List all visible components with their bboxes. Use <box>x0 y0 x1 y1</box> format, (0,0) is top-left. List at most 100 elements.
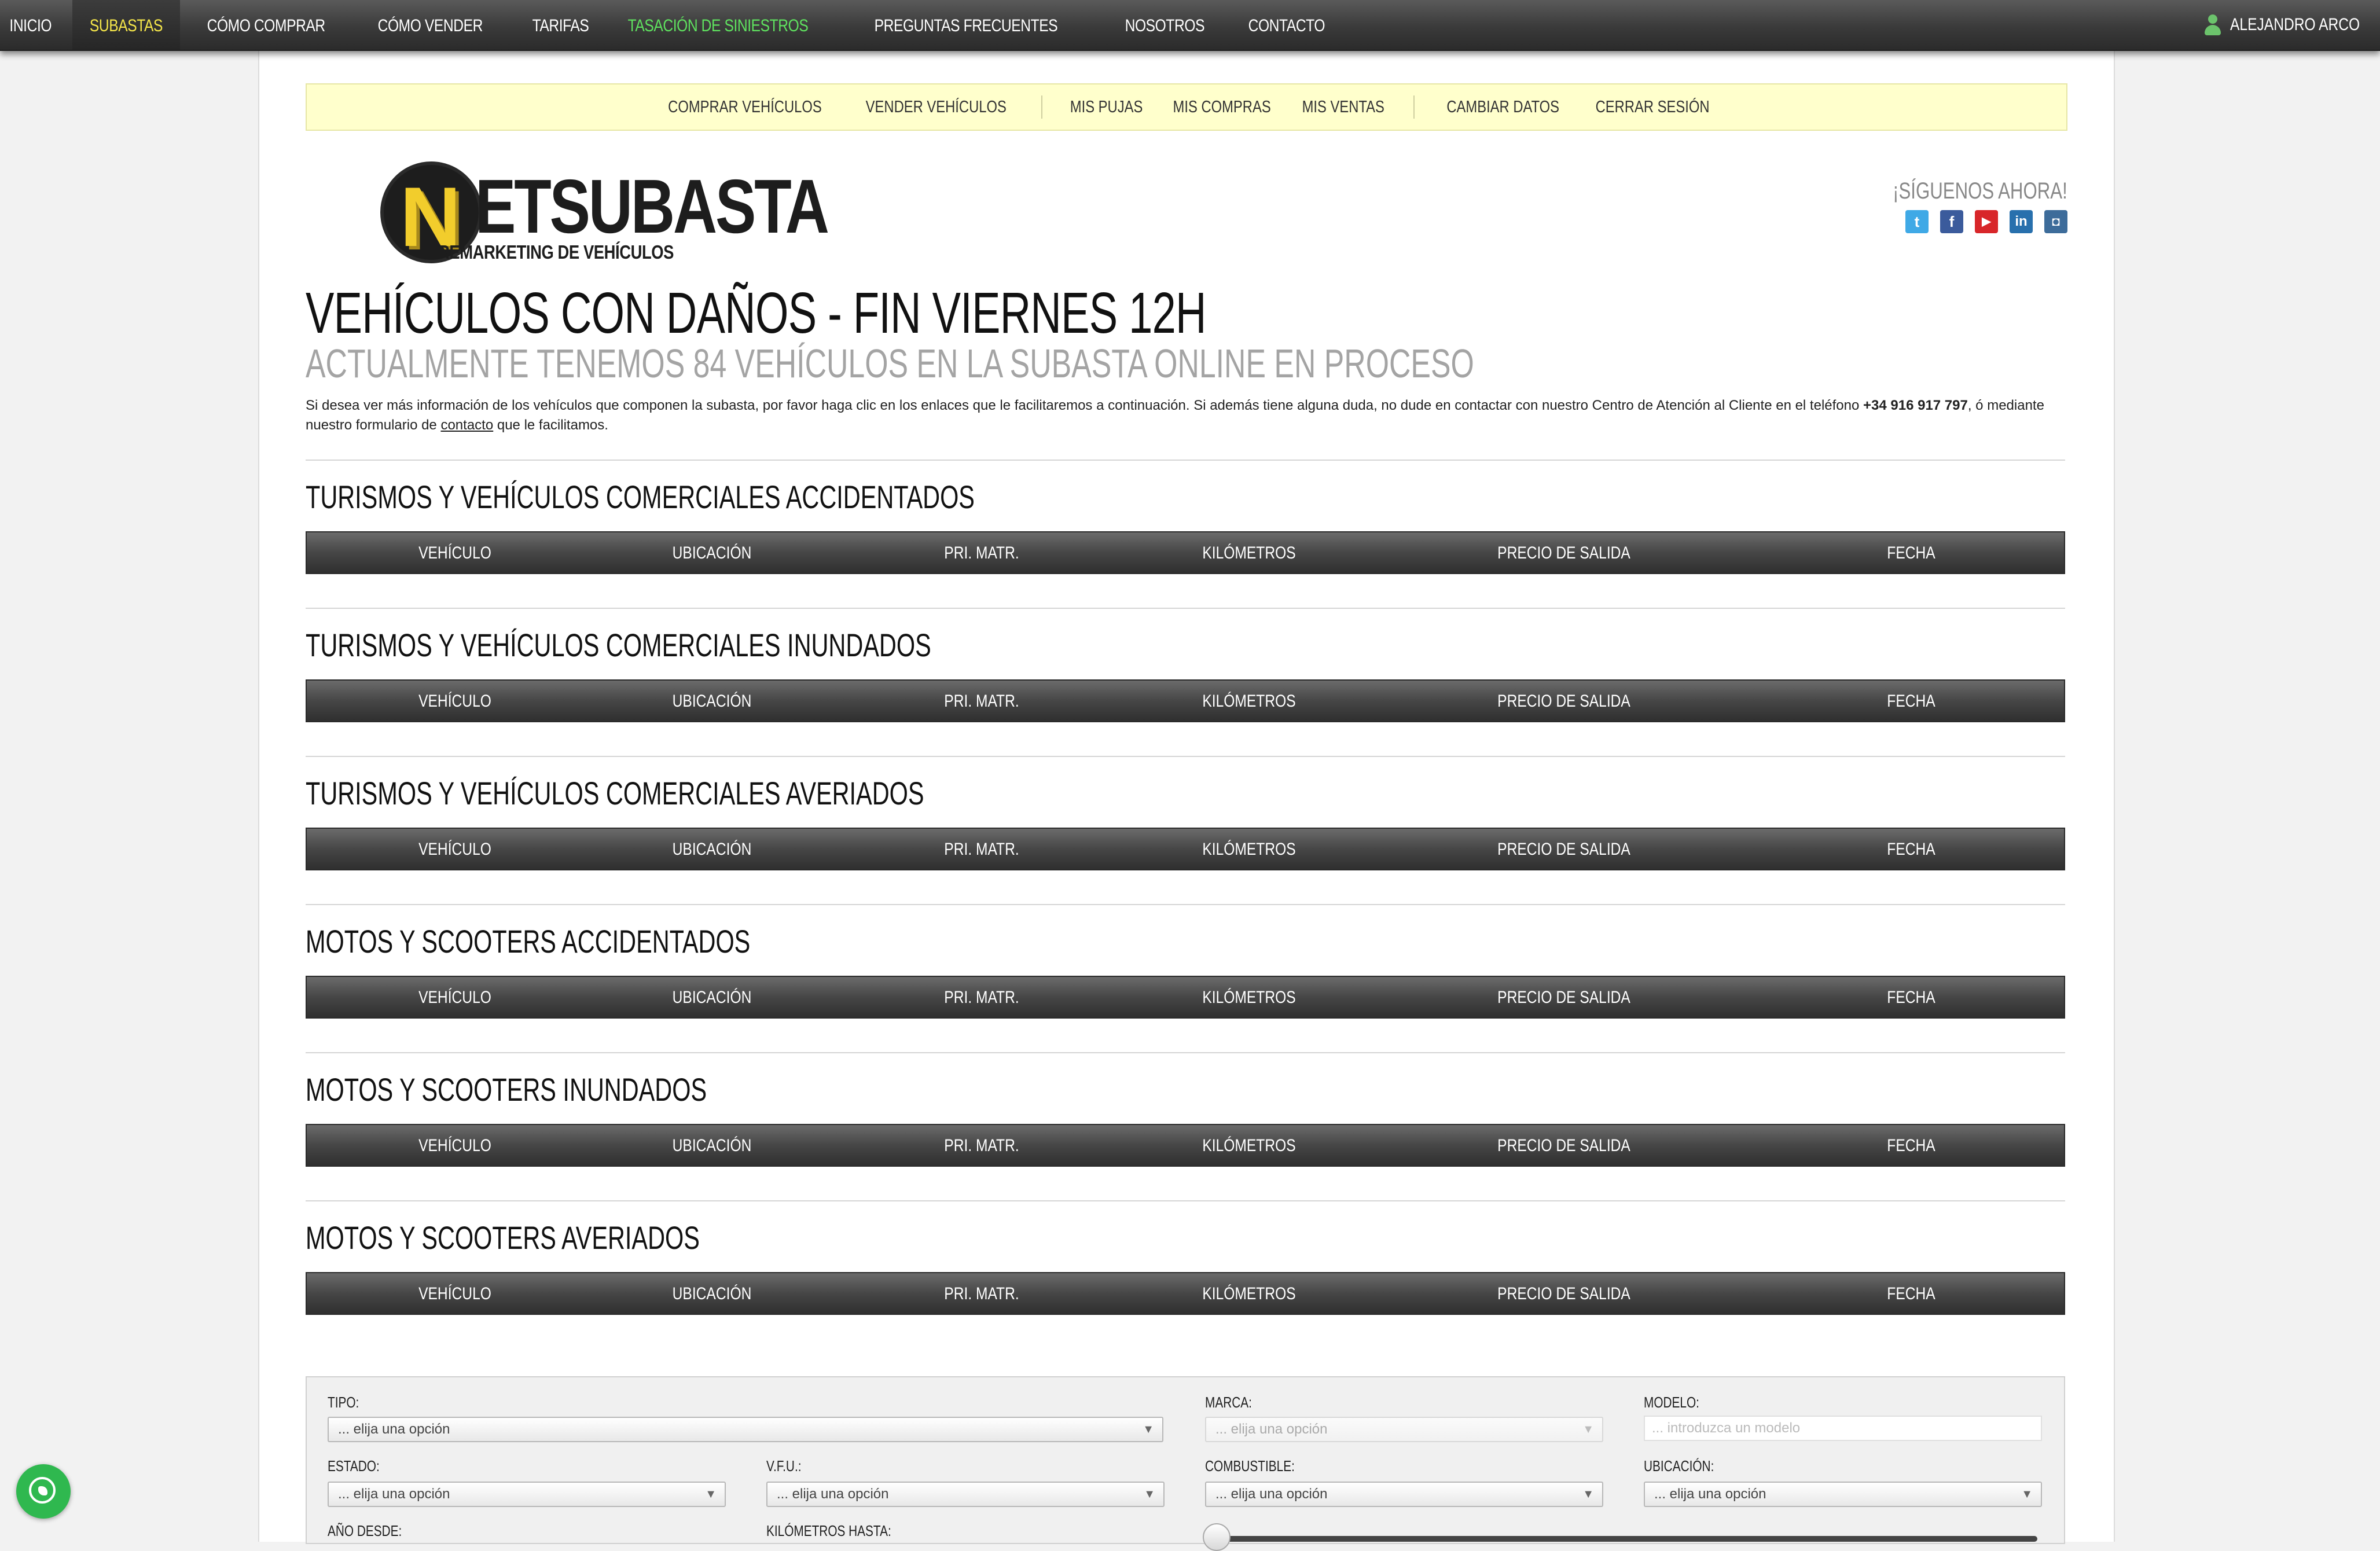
column-header[interactable]: PRI. MATR. <box>944 532 1019 573</box>
price-range-slider[interactable] <box>1203 1523 2037 1551</box>
section-divider <box>306 756 2065 757</box>
column-header[interactable]: PRECIO DE SALIDA <box>1497 977 1630 1017</box>
auction-section: MOTOS Y SCOOTERS INUNDADOS VEHÍCULO UBICAC… <box>306 1052 2065 1167</box>
column-header[interactable]: KILÓMETROS <box>1202 1125 1295 1166</box>
nav-preguntas-frecuentes[interactable]: PREGUNTAS FRECUENTES <box>860 0 1072 50</box>
column-header[interactable]: UBICACIÓN <box>673 532 752 573</box>
column-header[interactable]: FECHA <box>1887 532 1935 573</box>
filter-modelo-input[interactable]: ... introduzca un modelo <box>1644 1416 2042 1441</box>
column-header[interactable]: PRECIO DE SALIDA <box>1497 1273 1630 1314</box>
column-header[interactable]: PRECIO DE SALIDA <box>1497 829 1630 869</box>
logo-wordmark: ETSUBASTA <box>475 164 829 249</box>
column-header[interactable]: PRECIO DE SALIDA <box>1497 532 1630 573</box>
chevron-down-icon: ▼ <box>705 1488 717 1501</box>
filter-marca-select[interactable]: ... elija una opción ▼ <box>1205 1417 1603 1442</box>
main-menu: INICIO SUBASTAS CÓMO COMPRAR CÓMO VENDER… <box>0 0 1354 50</box>
column-header[interactable]: PRECIO DE SALIDA <box>1497 1125 1630 1166</box>
nav-contacto[interactable]: CONTACTO <box>1234 0 1339 50</box>
filter-estado-select[interactable]: ... elija una opción ▼ <box>328 1482 726 1507</box>
nav-nosotros[interactable]: NOSOTROS <box>1111 0 1219 50</box>
subnav-cambiar-datos[interactable]: CAMBIAR DATOS <box>1436 98 1570 117</box>
filter-vfu-label: V.F.U.: <box>766 1457 802 1475</box>
filter-marca-label: MARCA: <box>1205 1394 1252 1411</box>
auction-section: MOTOS Y SCOOTERS ACCIDENTADOS VEHÍCULO UBI… <box>306 904 2065 1019</box>
section-title: TURISMOS Y VEHÍCULOS COMERCIALES INUNDAD… <box>306 627 931 663</box>
column-header[interactable]: PRI. MATR. <box>944 977 1019 1017</box>
column-header[interactable]: UBICACIÓN <box>673 829 752 869</box>
column-header[interactable]: UBICACIÓN <box>673 1125 752 1166</box>
filter-combustible-select[interactable]: ... elija una opción ▼ <box>1205 1482 1603 1507</box>
column-header[interactable]: PRECIO DE SALIDA <box>1497 681 1630 721</box>
column-header[interactable]: KILÓMETROS <box>1202 1273 1295 1314</box>
subnav-mis-compras[interactable]: MIS COMPRAS <box>1163 98 1281 117</box>
column-header[interactable]: PRI. MATR. <box>944 681 1019 721</box>
slider-handle[interactable] <box>1203 1523 1231 1551</box>
nav-tasacion-siniestros[interactable]: TASACIÓN DE SINIESTROS <box>614 0 822 50</box>
chevron-down-icon: ▼ <box>1582 1488 1594 1501</box>
twitter-icon[interactable]: t <box>1905 210 1929 233</box>
top-navigation-bar: INICIO SUBASTAS CÓMO COMPRAR CÓMO VENDER… <box>0 0 2380 51</box>
filter-vfu-select[interactable]: ... elija una opción ▼ <box>766 1482 1165 1507</box>
page-title: VEHÍCULOS CON DAÑOS - FIN VIERNES 12H <box>306 281 1206 346</box>
nav-tarifas[interactable]: TARIFAS <box>518 0 603 50</box>
column-header[interactable]: VEHÍCULO <box>418 1273 491 1314</box>
nav-inicio[interactable]: INICIO <box>0 0 66 50</box>
nav-subastas[interactable]: SUBASTAS <box>72 0 180 50</box>
column-header[interactable]: FECHA <box>1887 1273 1935 1314</box>
filter-estado-label: ESTADO: <box>328 1457 380 1475</box>
column-header[interactable]: VEHÍCULO <box>418 532 491 573</box>
intro-pre: Si desea ver más información de los vehí… <box>306 398 1863 413</box>
filter-combustible-label: COMBUSTIBLE: <box>1205 1457 1295 1475</box>
nav-subastas-label: SUBASTAS <box>89 16 163 35</box>
linkedin-icon[interactable]: in <box>2010 210 2033 233</box>
table-header: VEHÍCULO UBICACIÓN PRI. MATR. KILÓMETROS PRE… <box>306 1124 2065 1167</box>
search-filters <box>306 1376 2065 1544</box>
section-divider <box>306 1052 2065 1053</box>
table-header: VEHÍCULO UBICACIÓN PRI. MATR. KILÓMETROS PRE… <box>306 1272 2065 1315</box>
column-header[interactable]: UBICACIÓN <box>673 681 752 721</box>
table-header: VEHÍCULO UBICACIÓN PRI. MATR. KILÓMETROS PRE… <box>306 976 2065 1019</box>
subnav-comprar-vehiculos[interactable]: COMPRAR VEHÍCULOS <box>658 98 832 117</box>
user-menu[interactable]: ALEJANDRO ARCO <box>2203 0 2360 50</box>
auction-section: MOTOS Y SCOOTERS AVERIADOS VEHÍCULO UBICAC… <box>306 1200 2065 1315</box>
social-links: ¡SÍGUENOS AHORA! t f ▶ in ◘ <box>1843 178 2067 233</box>
column-header[interactable]: FECHA <box>1887 977 1935 1017</box>
column-header[interactable]: PRI. MATR. <box>944 1273 1019 1314</box>
whatsapp-chat-button[interactable] <box>16 1464 71 1519</box>
column-header[interactable]: KILÓMETROS <box>1202 532 1295 573</box>
subnav-mis-ventas[interactable]: MIS VENTAS <box>1292 98 1395 117</box>
column-header[interactable]: FECHA <box>1887 1125 1935 1166</box>
contact-link[interactable]: contacto <box>440 417 493 433</box>
column-header[interactable]: VEHÍCULO <box>418 1125 491 1166</box>
section-divider <box>306 1200 2065 1201</box>
subnav-cerrar-sesion[interactable]: CERRAR SESIÓN <box>1585 98 1720 117</box>
youtube-icon[interactable]: ▶ <box>1975 210 1998 233</box>
column-header[interactable]: VEHÍCULO <box>418 681 491 721</box>
filter-modelo-label: MODELO: <box>1644 1394 1699 1411</box>
filter-estado-value: ... elija una opción <box>338 1486 450 1502</box>
column-header[interactable]: VEHÍCULO <box>418 829 491 869</box>
column-header[interactable]: PRI. MATR. <box>944 829 1019 869</box>
logo-tagline: REMARKETING DE VEHÍCULOS <box>438 241 674 263</box>
filter-tipo-select[interactable]: ... elija una opción ▼ <box>328 1417 1163 1442</box>
netsubasta-logo[interactable]: N ETSUBASTA REMARKETING DE VEHÍCULOS <box>378 157 829 267</box>
subnav-vender-vehiculos[interactable]: VENDER VEHÍCULOS <box>855 98 1016 117</box>
column-header[interactable]: UBICACIÓN <box>673 1273 752 1314</box>
nav-como-vender[interactable]: CÓMO VENDER <box>363 0 497 50</box>
column-header[interactable]: KILÓMETROS <box>1202 681 1295 721</box>
nav-como-comprar[interactable]: CÓMO COMPRAR <box>193 0 339 50</box>
intro-text: Si desea ver más información de los vehí… <box>306 396 2065 435</box>
facebook-icon[interactable]: f <box>1940 210 1963 233</box>
chevron-down-icon: ▼ <box>1582 1423 1594 1436</box>
filter-ubicacion-select[interactable]: ... elija una opción ▼ <box>1644 1482 2042 1507</box>
column-header[interactable]: KILÓMETROS <box>1202 829 1295 869</box>
instagram-icon[interactable]: ◘ <box>2044 210 2067 233</box>
column-header[interactable]: UBICACIÓN <box>673 977 752 1017</box>
section-title: MOTOS Y SCOOTERS INUNDADOS <box>306 1071 707 1108</box>
column-header[interactable]: FECHA <box>1887 681 1935 721</box>
column-header[interactable]: VEHÍCULO <box>418 977 491 1017</box>
column-header[interactable]: PRI. MATR. <box>944 1125 1019 1166</box>
subnav-mis-pujas[interactable]: MIS PUJAS <box>1060 98 1154 117</box>
column-header[interactable]: KILÓMETROS <box>1202 977 1295 1017</box>
column-header[interactable]: FECHA <box>1887 829 1935 869</box>
